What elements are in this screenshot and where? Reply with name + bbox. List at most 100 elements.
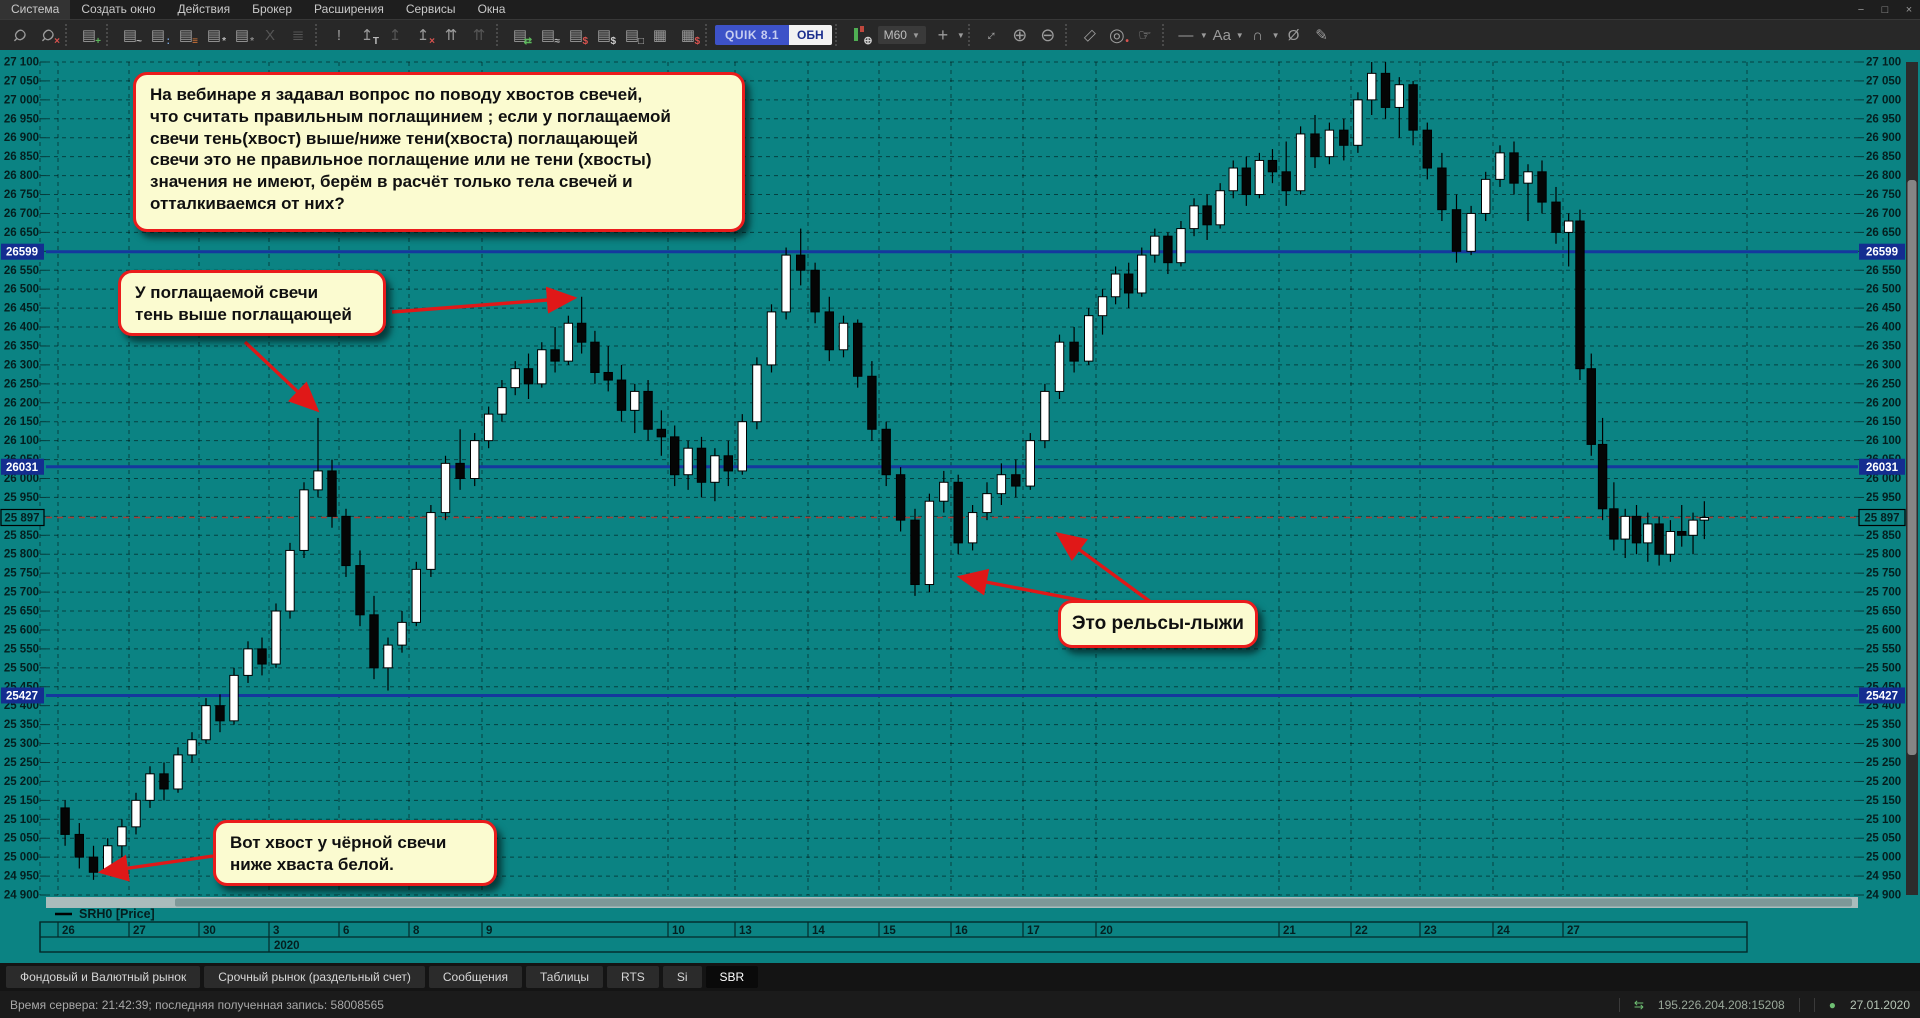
date-axis-label[interactable]: 21	[1283, 925, 1296, 937]
zoom-in-icon[interactable]: ⊕	[1007, 23, 1033, 47]
alert-message-icon[interactable]: !	[326, 23, 352, 47]
candle-body	[1215, 190, 1225, 226]
menu-item-брокер[interactable]: Брокер	[241, 0, 303, 19]
note-shadow-above[interactable]: У поглащаемой свечи тень выше поглащающе…	[118, 270, 386, 336]
excel-export-icon[interactable]: X	[257, 23, 283, 47]
order-hand-icon[interactable]: ↥	[382, 23, 408, 47]
candle-body	[1597, 443, 1608, 510]
trades-table-icon[interactable]: ▤ ⇄	[507, 23, 533, 47]
quotes-window-icon[interactable]: ▤:	[145, 23, 171, 47]
hide-objects-icon[interactable]: Ø	[1281, 23, 1307, 47]
candle-body	[397, 621, 407, 646]
date-axis-label[interactable]: 30	[203, 925, 216, 937]
candle-body	[696, 447, 707, 483]
date-axis-label[interactable]: 26	[62, 925, 75, 937]
date-axis-label[interactable]: 14	[812, 925, 825, 937]
annotation-arrow[interactable]	[391, 286, 578, 314]
table-window-icon[interactable]: ▤ ≡	[173, 23, 199, 47]
crosshair-icon[interactable]: +	[930, 23, 956, 47]
menu-item-действия[interactable]: Действия	[167, 0, 242, 19]
note-black-tail[interactable]: Вот хвост у чёрной свечи ниже хваста бел…	[213, 820, 497, 886]
window-gear-icon[interactable]: ▤ *	[229, 23, 255, 47]
orders-pair-alt-icon[interactable]: ⇈	[466, 23, 492, 47]
tab-срочный-рынок-раздельный-счет-[interactable]: Срочный рынок (раздельный счет)	[204, 966, 425, 988]
tab-фондовый-и-валютный-рынок[interactable]: Фондовый и Валютный рынок	[6, 966, 201, 988]
text-style-icon[interactable]: Aa	[1209, 23, 1235, 47]
menu-item-окна[interactable]: Окна	[467, 0, 517, 19]
date-axis-label[interactable]: 15	[883, 925, 896, 937]
portfolio-money-icon[interactable]: ▦ $	[675, 23, 701, 47]
date-axis-label[interactable]: 9	[486, 925, 492, 937]
alert-bell-icon[interactable]: ∩	[1245, 23, 1271, 47]
close-button[interactable]: ×	[1902, 4, 1916, 16]
annotation-arrow[interactable]	[1055, 531, 1154, 605]
settings-window-icon[interactable]: ▤ *	[201, 23, 227, 47]
line-style-icon[interactable]: —	[1173, 23, 1199, 47]
report-window-icon[interactable]: ▤ □	[619, 23, 645, 47]
date-axis-label[interactable]: 8	[413, 925, 420, 937]
portfolio-icon[interactable]: ▦	[647, 23, 673, 47]
tab-сообщения[interactable]: Сообщения	[428, 966, 523, 988]
tab-sbr[interactable]: SBR	[705, 966, 759, 988]
date-axis-label[interactable]: 27	[1567, 925, 1580, 937]
orders-table-icon[interactable]: ▤ ≈	[535, 23, 561, 47]
date-axis-label[interactable]: 23	[1424, 925, 1437, 937]
date-axis-label[interactable]: 17	[1027, 925, 1040, 937]
menu-item-сервисы[interactable]: Сервисы	[395, 0, 467, 19]
note-webinar-question[interactable]: На вебинаре я задавал вопрос по поводу х…	[133, 72, 745, 232]
annotation-arrow[interactable]	[97, 854, 214, 882]
candle-body	[243, 648, 253, 676]
date-axis-label[interactable]: 13	[739, 925, 752, 937]
price-axis-label-left: 25 150	[4, 795, 39, 807]
connect-key-icon[interactable]: Ϙ	[7, 23, 33, 47]
chevron-down-icon[interactable]: ▼	[1272, 31, 1280, 40]
date-axis-label[interactable]: 22	[1355, 925, 1368, 937]
chevron-down-icon[interactable]: ▼	[1236, 31, 1244, 40]
stop-order-icon[interactable]: ↥ T	[354, 23, 380, 47]
date-axis-label[interactable]: 27	[133, 925, 146, 937]
horizontal-scrollbar-thumb[interactable]	[175, 898, 1852, 907]
candle-body	[1631, 515, 1642, 544]
interval-select[interactable]: M60 ▼	[877, 26, 926, 44]
cancel-order-icon[interactable]: ↥ ×	[410, 23, 436, 47]
target-icon[interactable]: ◎ •	[1104, 23, 1130, 47]
note-rails-skis[interactable]: Это рельсы-лыжи	[1058, 600, 1258, 648]
chevron-down-icon[interactable]: ▼	[1200, 31, 1208, 40]
tab-таблицы[interactable]: Таблицы	[526, 966, 604, 988]
date-axis-label[interactable]: 24	[1497, 925, 1510, 937]
draw-tools-icon[interactable]: ✎	[1309, 23, 1335, 47]
menu-item-создать-окно[interactable]: Создать окно	[70, 0, 166, 19]
maximize-button[interactable]: □	[1878, 4, 1892, 16]
date-axis-label[interactable]: 10	[672, 925, 685, 937]
new-window-icon[interactable]: ▤ +	[76, 23, 102, 47]
ruler-icon[interactable]: ▭	[1076, 23, 1102, 47]
tab-rts[interactable]: RTS	[607, 966, 659, 988]
tab-si[interactable]: Si	[662, 966, 702, 988]
money-limits-icon[interactable]: ▤ $	[591, 23, 617, 47]
disconnect-key-icon[interactable]: Ϙ ×	[35, 23, 61, 47]
add-chart-icon[interactable]: ⊕	[847, 23, 873, 47]
chart-window-icon[interactable]: ▤ ~	[117, 23, 143, 47]
annotation-arrow[interactable]	[243, 340, 320, 413]
year-axis-label[interactable]: 2020	[274, 940, 300, 952]
menu-item-расширения[interactable]: Расширения	[303, 0, 395, 19]
date-axis-label[interactable]: 20	[1100, 925, 1113, 937]
chevron-down-icon[interactable]: ▼	[957, 31, 965, 40]
date-axis-label[interactable]: 16	[955, 925, 968, 937]
zoom-out-icon[interactable]: ⊖	[1035, 23, 1061, 47]
hand-tool-icon[interactable]: ☞	[1132, 23, 1158, 47]
price-axis-label-right: 25 350	[1866, 719, 1901, 731]
update-badge[interactable]: ОБН	[789, 25, 832, 45]
candle-body	[1189, 205, 1199, 230]
menu-item-система[interactable]: Система	[0, 0, 71, 19]
price-axis-label-left: 25 650	[4, 606, 39, 618]
minimize-button[interactable]: −	[1854, 4, 1868, 16]
database-export-icon[interactable]: ≣	[285, 23, 311, 47]
orders-pair-icon[interactable]: ⇈	[438, 23, 464, 47]
money-orders-icon[interactable]: ▤ $	[563, 23, 589, 47]
vertical-scrollbar-thumb[interactable]	[1907, 180, 1917, 755]
fullscreen-icon[interactable]: ↕	[979, 23, 1005, 47]
price-axis-label-left: 26 850	[4, 151, 39, 163]
date-axis-label[interactable]: 3	[273, 925, 279, 937]
date-axis-label[interactable]: 6	[343, 925, 349, 937]
